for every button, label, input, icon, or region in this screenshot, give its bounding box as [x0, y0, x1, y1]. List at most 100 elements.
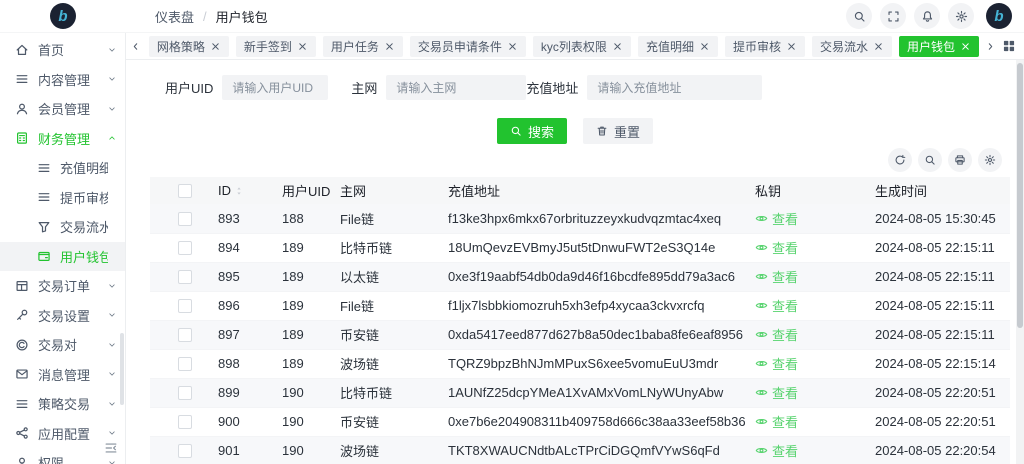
page-tab[interactable]: kyc列表权限: [533, 36, 631, 57]
tab-close-icon[interactable]: [699, 41, 710, 52]
tabs-scroll-right-icon[interactable]: [985, 41, 996, 52]
view-private-key-link[interactable]: 查看: [755, 354, 798, 373]
chevron-down-icon: [107, 104, 117, 114]
tab-close-icon[interactable]: [210, 41, 221, 52]
row-checkbox[interactable]: [178, 415, 192, 429]
page-tab[interactable]: 交易流水: [812, 36, 892, 57]
page-tab[interactable]: 网格策略: [149, 36, 229, 57]
view-private-key-link[interactable]: 查看: [755, 441, 798, 460]
sidebar-collapse-icon[interactable]: [104, 441, 118, 455]
toolbar-icon-button[interactable]: [888, 148, 912, 172]
page-tab[interactable]: 新手签到: [236, 36, 316, 57]
sidebar-item[interactable]: 策略交易: [0, 389, 125, 419]
sidebar-item[interactable]: 充值明细: [0, 153, 125, 183]
breadcrumb-item-dashboard[interactable]: 仪表盘: [155, 7, 194, 26]
list-icon: [15, 397, 29, 411]
eye-icon: [755, 270, 768, 283]
cell-id: 897: [210, 320, 274, 349]
row-checkbox[interactable]: [178, 444, 192, 458]
row-checkbox[interactable]: [178, 212, 192, 226]
bell-icon: [921, 10, 934, 23]
cell-mainnet: 币安链: [332, 320, 440, 349]
header-icon-button[interactable]: [914, 3, 940, 29]
sidebar-item-label: 财务管理: [38, 129, 98, 148]
search-button[interactable]: 搜索: [497, 118, 567, 144]
row-checkbox[interactable]: [178, 328, 192, 342]
page-tab[interactable]: 交易员申请条件: [410, 36, 526, 57]
toolbar-icon-button[interactable]: [918, 148, 942, 172]
header-icon-button[interactable]: [880, 3, 906, 29]
view-private-key-link[interactable]: 查看: [755, 267, 798, 286]
sidebar-item[interactable]: 消息管理: [0, 360, 125, 390]
view-private-key-link[interactable]: 查看: [755, 209, 798, 228]
sidebar-item[interactable]: 用户钱包: [0, 242, 125, 272]
filter-input[interactable]: [386, 75, 526, 100]
toolbar-icon-button[interactable]: [978, 148, 1002, 172]
finance-icon: [15, 131, 29, 145]
row-checkbox[interactable]: [178, 357, 192, 371]
cell-mainnet: File链: [332, 291, 440, 320]
header-icon-button[interactable]: [846, 3, 872, 29]
cell-created-at: 2024-08-05 22:20:51: [867, 378, 1010, 407]
tab-close-icon[interactable]: [612, 41, 623, 52]
table-row: 895 189 以太链 0xe3f19aabf54db0da9d46f16bcd…: [150, 262, 1010, 291]
tab-close-icon[interactable]: [786, 41, 797, 52]
view-private-key-link[interactable]: 查看: [755, 383, 798, 402]
sidebar-item-label: 会员管理: [38, 99, 98, 118]
sidebar-scrollbar-thumb[interactable]: [120, 333, 124, 405]
content-scrollbar[interactable]: [1016, 60, 1024, 464]
header-icon-button[interactable]: [948, 3, 974, 29]
filter-actions: 搜索 重置: [126, 118, 1024, 144]
tab-close-icon[interactable]: [297, 41, 308, 52]
view-private-key-link[interactable]: 查看: [755, 412, 798, 431]
toolbar-icon-button[interactable]: [948, 148, 972, 172]
tab-close-icon[interactable]: [507, 41, 518, 52]
chevron-down-icon: [107, 458, 117, 464]
content-scrollbar-thumb[interactable]: [1017, 63, 1023, 328]
filter-input[interactable]: [587, 75, 762, 100]
gear-icon: [955, 10, 968, 23]
page-tab[interactable]: 充值明细: [638, 36, 718, 57]
row-checkbox[interactable]: [178, 270, 192, 284]
row-checkbox[interactable]: [178, 299, 192, 313]
sidebar-item[interactable]: 交易对: [0, 330, 125, 360]
row-checkbox[interactable]: [178, 386, 192, 400]
reset-button[interactable]: 重置: [583, 118, 653, 144]
sort-icon[interactable]: [234, 186, 244, 196]
eye-icon: [755, 444, 768, 457]
sidebar-item[interactable]: 财务管理: [0, 124, 125, 154]
sidebar-item[interactable]: 交易设置: [0, 301, 125, 331]
view-private-key-link[interactable]: 查看: [755, 296, 798, 315]
list-icon: [37, 161, 51, 175]
cell-address: TKT8XWAUCNdtbALcTPrCiDGQmfVYwS6qFd: [440, 436, 747, 464]
tab-label: 充值明细: [646, 38, 694, 55]
tab-label: 交易流水: [820, 38, 868, 55]
sidebar-item[interactable]: 提币审核: [0, 183, 125, 213]
eye-icon: [755, 241, 768, 254]
tabs-menu-icon[interactable]: [1002, 39, 1016, 53]
select-all-checkbox[interactable]: [178, 184, 192, 198]
tab-close-icon[interactable]: [384, 41, 395, 52]
main-area: 置 现货设置 理财产品 全局站内信 策略类型: [126, 33, 1024, 464]
user-avatar[interactable]: b: [986, 3, 1012, 29]
eye-icon: [755, 415, 768, 428]
tab-close-icon[interactable]: [873, 41, 884, 52]
view-private-key-link[interactable]: 查看: [755, 325, 798, 344]
tabs-scroll-left-icon[interactable]: [130, 41, 141, 52]
cell-created-at: 2024-08-05 22:15:11: [867, 233, 1010, 262]
sidebar-item[interactable]: 会员管理: [0, 94, 125, 124]
sidebar-item[interactable]: 交易流水: [0, 212, 125, 242]
row-checkbox[interactable]: [178, 241, 192, 255]
filter-input[interactable]: [222, 75, 328, 100]
sidebar-item[interactable]: 内容管理: [0, 65, 125, 95]
user-icon: [15, 102, 29, 116]
sidebar-item[interactable]: 首页: [0, 35, 125, 65]
view-private-key-link[interactable]: 查看: [755, 238, 798, 257]
cell-id: 896: [210, 291, 274, 320]
page-tab[interactable]: 用户任务: [323, 36, 403, 57]
page-tab[interactable]: 提币审核: [725, 36, 805, 57]
cell-created-at: 2024-08-05 22:15:14: [867, 349, 1010, 378]
page-tab[interactable]: 用户钱包: [899, 36, 979, 57]
tab-close-icon[interactable]: [960, 41, 971, 52]
sidebar-item[interactable]: 交易订单: [0, 271, 125, 301]
